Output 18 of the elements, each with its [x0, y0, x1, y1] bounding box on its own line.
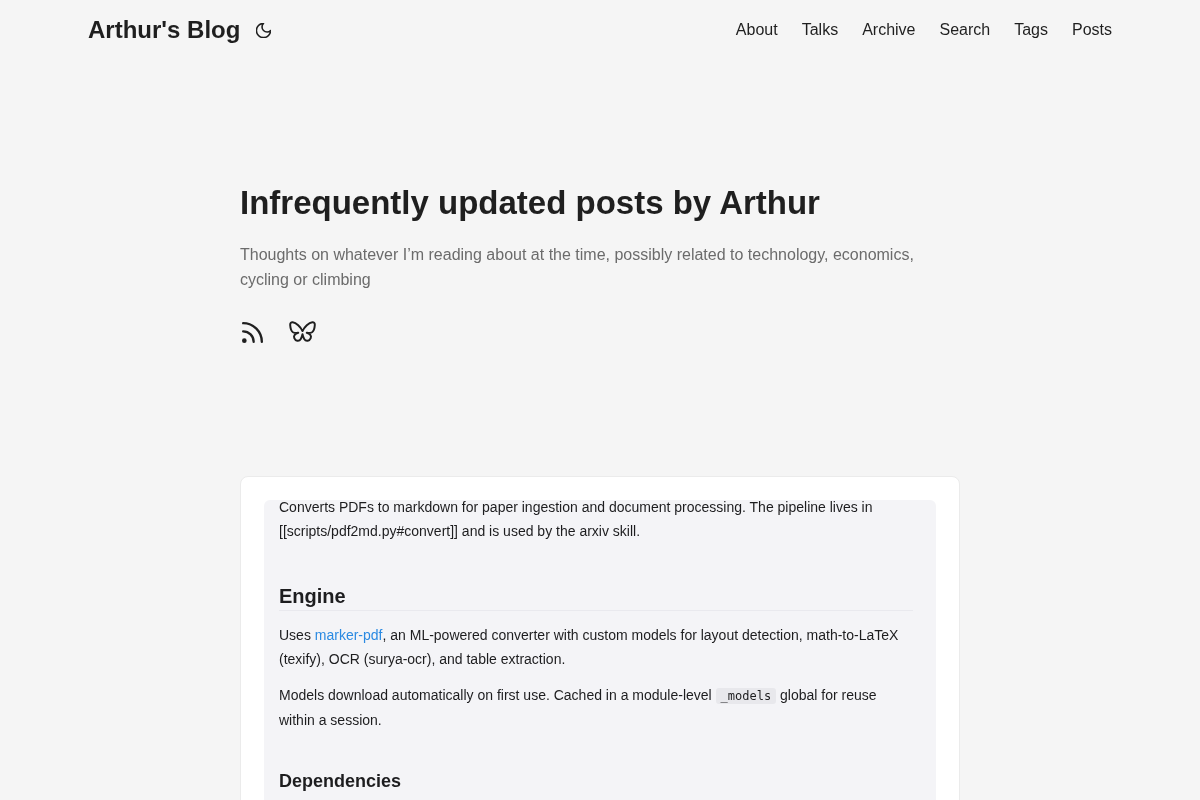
nav-link[interactable]: About	[735, 21, 778, 39]
site-title[interactable]: Arthur's Blog	[88, 16, 241, 44]
nav-link[interactable]: Posts	[1072, 21, 1112, 39]
body-paragraph: Models download automatically on first use. Cached in a module-level _models global for reuse within a session.	[279, 686, 878, 730]
section-heading: Engine	[279, 583, 913, 611]
moon-icon	[256, 22, 272, 38]
nav-link[interactable]: Talks	[801, 21, 839, 39]
body-paragraph: Uses marker-pdf, an ML-powered converter with custom models for layout detection, math-to-LaTeX (texify), OCR (surya-ocr), and table extraction.	[279, 626, 900, 669]
nav-link[interactable]: Archive	[862, 21, 916, 39]
butterfly-icon[interactable]	[289, 321, 316, 343]
rss-icon[interactable]	[242, 321, 263, 343]
body-paragraph: Converts PDFs to markdown for paper ingestion and document processing. The pipeline lives in [[scripts/pdf2md.py#convert]] and is used by the arxiv skill.	[279, 498, 874, 541]
section-heading: Dependencies	[279, 770, 403, 793]
page-subtitle: Thoughts on whatever I’m reading about at the time, possibly related to technology, economics, cycling or climbing	[240, 245, 915, 290]
nav-link[interactable]: Tags	[1014, 21, 1048, 39]
nav-link[interactable]: Search	[939, 21, 991, 39]
theme-toggle-button[interactable]	[254, 20, 274, 40]
page-title: Infrequently updated posts by Arthur	[240, 184, 821, 222]
